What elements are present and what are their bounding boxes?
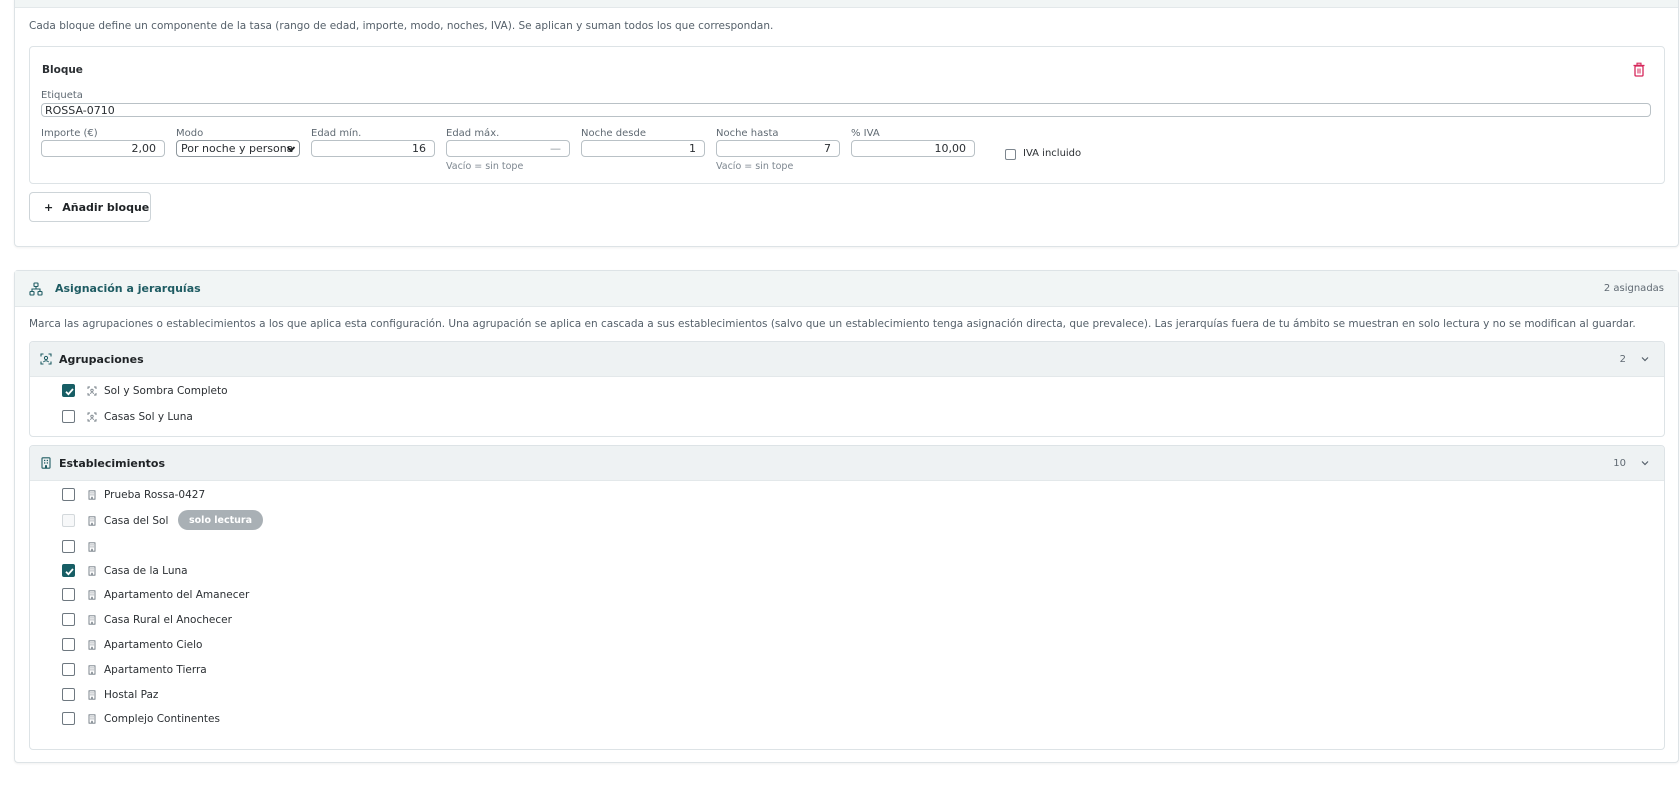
establecimiento-checkbox[interactable]: [62, 638, 75, 651]
noche-desde-input[interactable]: 1: [581, 140, 705, 157]
building-icon: [88, 640, 96, 650]
establecimientos-header[interactable]: Establecimientos 10: [30, 446, 1664, 481]
establecimiento-label: Apartamento Tierra: [104, 664, 207, 676]
list-item[interactable]: Sol y Sombra Completo: [30, 379, 1664, 403]
building-icon: [88, 566, 96, 576]
building-icon: [88, 714, 96, 724]
agrupaciones-header[interactable]: Agrupaciones 2: [30, 342, 1664, 377]
establecimiento-label: Prueba Rossa-0427: [104, 489, 206, 501]
establecimiento-checkbox[interactable]: [62, 488, 75, 501]
tax-blocks-card: Cada bloque define un componente de la t…: [14, 0, 1679, 247]
group-icon: [87, 386, 97, 396]
list-item[interactable]: Apartamento Cielo: [30, 633, 1664, 657]
etiqueta-input[interactable]: ROSSA-0710: [41, 103, 1651, 117]
hierarchy-icon: [29, 282, 43, 296]
agrupacion-label: Casas Sol y Luna: [104, 411, 193, 423]
trash-icon[interactable]: [1632, 62, 1646, 78]
modo-label: Modo: [176, 128, 204, 139]
establecimiento-checkbox[interactable]: [62, 663, 75, 676]
list-item[interactable]: [30, 535, 1664, 559]
establecimiento-checkbox[interactable]: [62, 564, 75, 577]
chevron-down-icon: [286, 146, 296, 153]
noche-hasta-input[interactable]: 7: [716, 140, 840, 157]
agrupaciones-count: 2: [1619, 354, 1626, 365]
establecimientos-count: 10: [1613, 458, 1626, 469]
establecimiento-checkbox: [62, 514, 75, 527]
noche-hasta-hint: Vacío = sin tope: [716, 161, 794, 172]
list-item: Casa del Sol solo lectura: [30, 509, 1664, 533]
establecimiento-checkbox[interactable]: [62, 688, 75, 701]
hierarchy-header: Asignación a jerarquías 2 asignadas: [15, 271, 1678, 307]
agrupacion-checkbox[interactable]: [62, 384, 75, 397]
building-icon: [88, 615, 96, 625]
chevron-down-icon[interactable]: [1640, 458, 1650, 468]
establecimiento-label: Casa Rural el Anochecer: [104, 614, 232, 626]
agrupacion-label: Sol y Sombra Completo: [104, 385, 228, 397]
list-item[interactable]: Prueba Rossa-0427: [30, 483, 1664, 507]
building-icon: [88, 542, 96, 552]
agrupaciones-section: Agrupaciones 2 Sol y Sombra Completo Cas…: [29, 341, 1665, 437]
importe-input[interactable]: 2,00: [41, 140, 165, 157]
edad-max-hint: Vacío = sin tope: [446, 161, 524, 172]
modo-select[interactable]: Por noche y persona: [176, 140, 300, 157]
edad-min-input[interactable]: 16: [311, 140, 435, 157]
list-item[interactable]: Casa de la Luna: [30, 559, 1664, 583]
edad-max-input[interactable]: —: [446, 140, 570, 157]
add-block-button[interactable]: + Añadir bloque: [29, 192, 151, 222]
hierarchy-description: Marca las agrupaciones o establecimiento…: [29, 318, 1636, 330]
list-item[interactable]: Complejo Continentes: [30, 707, 1664, 731]
establecimiento-label: Hostal Paz: [104, 689, 159, 701]
building-icon: [88, 665, 96, 675]
list-item[interactable]: Hostal Paz: [30, 683, 1664, 707]
establecimiento-label: Casa del Sol: [104, 515, 169, 527]
card-header-strip: [15, 0, 1678, 8]
list-item[interactable]: Casa Rural el Anochecer: [30, 608, 1664, 632]
modo-selected-value: Por noche y persona: [181, 142, 294, 155]
building-icon: [88, 516, 96, 526]
readonly-badge: solo lectura: [178, 510, 264, 530]
hierarchy-assignment-card: Asignación a jerarquías 2 asignadas Marc…: [14, 270, 1679, 763]
building-icon: [88, 590, 96, 600]
agrupacion-checkbox[interactable]: [62, 410, 75, 423]
noche-desde-label: Noche desde: [581, 128, 646, 139]
chevron-down-icon[interactable]: [1640, 354, 1650, 364]
establecimiento-label: Apartamento del Amanecer: [104, 589, 250, 601]
blocks-description: Cada bloque define un componente de la t…: [29, 20, 774, 32]
building-icon: [88, 690, 96, 700]
list-item[interactable]: Apartamento del Amanecer: [30, 583, 1664, 607]
etiqueta-label: Etiqueta: [41, 90, 83, 101]
establecimientos-title: Establecimientos: [59, 457, 166, 470]
edad-max-label: Edad máx.: [446, 128, 500, 139]
block-title: Bloque: [42, 64, 83, 76]
group-icon: [40, 353, 52, 365]
noche-hasta-label: Noche hasta: [716, 128, 779, 139]
building-icon: [88, 490, 96, 500]
establecimiento-checkbox[interactable]: [62, 613, 75, 626]
edad-min-label: Edad mín.: [311, 128, 362, 139]
building-icon: [41, 457, 51, 469]
assigned-count: 2 asignadas: [1603, 283, 1664, 294]
iva-input[interactable]: 10,00: [851, 140, 975, 157]
tax-block: Bloque Etiqueta ROSSA-0710 Importe (€) 2…: [29, 46, 1665, 184]
establecimiento-checkbox[interactable]: [62, 588, 75, 601]
establecimiento-checkbox[interactable]: [62, 540, 75, 553]
list-item[interactable]: Apartamento Tierra: [30, 658, 1664, 682]
add-block-label: Añadir bloque: [62, 200, 150, 214]
establecimientos-section: Establecimientos 10 Prueba Rossa-0427 Cas…: [29, 445, 1665, 750]
establecimiento-label: Casa de la Luna: [104, 565, 188, 577]
establecimiento-label: Complejo Continentes: [104, 713, 220, 725]
iva-label: % IVA: [851, 128, 880, 139]
plus-icon: +: [44, 200, 54, 214]
establecimiento-checkbox[interactable]: [62, 712, 75, 725]
list-item[interactable]: Casas Sol y Luna: [30, 405, 1664, 429]
agrupaciones-title: Agrupaciones: [59, 353, 144, 366]
hierarchy-title: Asignación a jerarquías: [55, 282, 201, 295]
group-icon: [87, 412, 97, 422]
iva-incluido-checkbox[interactable]: [1005, 149, 1016, 160]
importe-label: Importe (€): [41, 128, 98, 139]
establecimiento-label: Apartamento Cielo: [104, 639, 203, 651]
iva-incluido-label: IVA incluido: [1023, 148, 1082, 159]
